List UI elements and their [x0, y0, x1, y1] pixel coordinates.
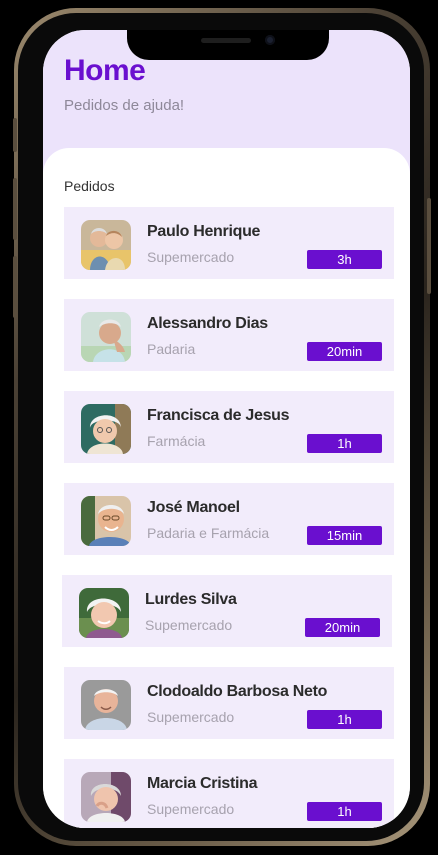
avatar-photo-icon [81, 496, 131, 546]
page-title: Home [64, 54, 146, 87]
request-category: Padaria [147, 341, 196, 357]
time-badge: 1h [307, 802, 382, 821]
page-subtitle: Pedidos de ajuda! [64, 97, 185, 114]
time-badge: 3h [307, 250, 382, 269]
avatar-photo-icon [81, 404, 131, 454]
request-category: Padaria e Farmácia [147, 525, 270, 541]
section-label: Pedidos [64, 178, 115, 194]
volume-down-button [13, 256, 17, 318]
requester-name: Clodoaldo Barbosa Neto [147, 683, 328, 700]
requester-name: Marcia Cristina [147, 775, 258, 792]
request-card[interactable]: José Manoel Padaria e Farmácia 15min [64, 483, 394, 555]
requests-panel: Pedidos Paulo Henrique Supemercado 3h Al… [43, 148, 410, 828]
avatar-photo-icon [81, 220, 131, 270]
requester-name: Alessandro Dias [147, 315, 268, 332]
request-category: Supemercado [147, 249, 235, 265]
avatar-photo-icon [79, 588, 129, 638]
volume-up-button [13, 178, 17, 240]
time-badge: 20min [305, 618, 380, 637]
request-card[interactable]: Paulo Henrique Supemercado 3h [64, 207, 394, 279]
avatar-photo-icon [81, 772, 131, 822]
avatar-photo-icon [81, 312, 131, 362]
request-card[interactable]: Alessandro Dias Padaria 20min [64, 299, 394, 371]
request-card[interactable]: Francisca de Jesus Farmácia 1h [64, 391, 394, 463]
requester-name: Paulo Henrique [147, 223, 261, 240]
avatar-photo-icon [81, 680, 131, 730]
requester-name: José Manoel [147, 499, 240, 516]
speaker-grille [201, 38, 251, 43]
requester-name: Francisca de Jesus [147, 407, 290, 424]
time-badge: 1h [307, 434, 382, 453]
time-badge: 20min [307, 342, 382, 361]
request-category: Farmácia [147, 433, 206, 449]
request-card[interactable]: Marcia Cristina Supemercado 1h [64, 759, 394, 828]
request-category: Supemercado [147, 801, 235, 817]
request-category: Supemercado [147, 709, 235, 725]
request-card[interactable]: Clodoaldo Barbosa Neto Supemercado 1h [64, 667, 394, 739]
requester-name: Lurdes Silva [145, 591, 237, 608]
front-camera-icon [265, 35, 275, 45]
notch [127, 30, 329, 60]
time-badge: 15min [307, 526, 382, 545]
request-card[interactable]: Lurdes Silva Supemercado 20min [62, 575, 392, 647]
time-badge: 1h [307, 710, 382, 729]
power-button [427, 198, 431, 294]
request-category: Supemercado [145, 617, 233, 633]
mute-switch [13, 118, 17, 152]
app-screen: Home Pedidos de ajuda! Pedidos Paulo Hen… [43, 30, 410, 828]
